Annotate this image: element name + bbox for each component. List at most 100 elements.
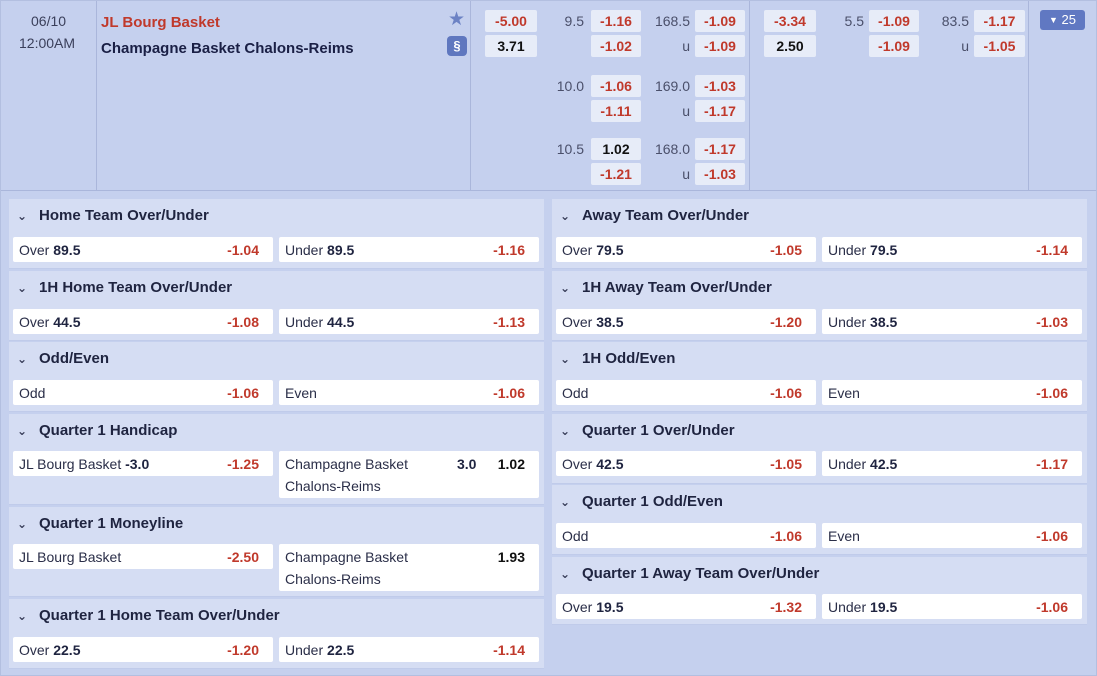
market-title[interactable]: ⌄ 1H Home Team Over/Under bbox=[17, 279, 232, 296]
bet-option[interactable]: Odd -1.06 bbox=[13, 380, 273, 405]
market-title[interactable]: ⌄ Home Team Over/Under bbox=[17, 207, 209, 224]
market-title[interactable]: ⌄ Quarter 1 Over/Under bbox=[560, 422, 735, 439]
bet-option[interactable]: Over 19.5 -1.32 bbox=[556, 594, 816, 619]
chevron-down-icon: ⌄ bbox=[560, 424, 571, 438]
h1-away-odds[interactable]: 2.50 bbox=[764, 35, 816, 57]
h1-hdp-away-odds[interactable]: -1.09 bbox=[869, 35, 919, 57]
ft-away-odds[interactable]: 3.71 bbox=[485, 35, 537, 57]
hdp-home-odds[interactable]: -1.06 bbox=[591, 75, 641, 97]
away-team-name[interactable]: Champagne Basket Chalons-Reims bbox=[101, 40, 354, 57]
market-title[interactable]: ⌄ Quarter 1 Odd/Even bbox=[560, 493, 723, 510]
bet-option[interactable]: Even -1.06 bbox=[822, 523, 1082, 548]
option-odds: -1.06 bbox=[770, 385, 802, 401]
bet-option[interactable]: JL Bourg Basket -2.50 bbox=[13, 544, 273, 569]
bet-option[interactable]: Under 19.5 -1.06 bbox=[822, 594, 1082, 619]
option-odds: -1.06 bbox=[1036, 385, 1068, 401]
ft-home-odds[interactable]: -5.00 bbox=[485, 10, 537, 32]
h1-hdp-home-odds[interactable]: -1.09 bbox=[869, 10, 919, 32]
option-line: 38.5 bbox=[596, 314, 624, 330]
bet-option[interactable]: Under 22.5 -1.14 bbox=[279, 637, 539, 662]
option-odds: -1.20 bbox=[770, 314, 802, 330]
option-label: Even bbox=[285, 385, 317, 401]
option-label-text: Under bbox=[828, 456, 867, 472]
bet-option[interactable]: Under 42.5 -1.17 bbox=[822, 451, 1082, 476]
bet-option[interactable]: Under 38.5 -1.03 bbox=[822, 309, 1082, 334]
option-line: -3.0 bbox=[125, 456, 150, 472]
option-label-text: Even bbox=[828, 528, 860, 544]
market-panel: ⌄ 1H Away Team Over/Under Over 38.5 -1.20… bbox=[552, 271, 1087, 341]
option-odds: -1.32 bbox=[770, 599, 802, 615]
bet-option[interactable]: Over 22.5 -1.20 bbox=[13, 637, 273, 662]
over-odds[interactable]: -1.17 bbox=[695, 138, 745, 160]
option-label: Under 22.5 bbox=[285, 642, 354, 658]
bet-option[interactable]: Odd -1.06 bbox=[556, 380, 816, 405]
market-title-text: Quarter 1 Moneyline bbox=[39, 515, 184, 532]
chevron-down-icon: ⌄ bbox=[560, 567, 571, 581]
bet-option[interactable]: Over 44.5 -1.08 bbox=[13, 309, 273, 334]
hdp-home-odds[interactable]: -1.16 bbox=[591, 10, 641, 32]
match-row: 06/10 12:00AM JL Bourg Basket Champagne … bbox=[1, 1, 1096, 191]
market-title[interactable]: ⌄ 1H Away Team Over/Under bbox=[560, 279, 772, 296]
bet-option[interactable]: Under 79.5 -1.14 bbox=[822, 237, 1082, 262]
bet-option[interactable]: Even -1.06 bbox=[279, 380, 539, 405]
market-title-text: 1H Home Team Over/Under bbox=[39, 279, 233, 296]
market-title[interactable]: ⌄ Quarter 1 Away Team Over/Under bbox=[560, 565, 819, 582]
bet-option[interactable]: Even -1.06 bbox=[822, 380, 1082, 405]
option-line: 89.5 bbox=[53, 242, 81, 258]
h1-over-odds[interactable]: -1.17 bbox=[974, 10, 1025, 32]
option-label: Odd bbox=[562, 385, 588, 401]
over-odds[interactable]: -1.03 bbox=[695, 75, 745, 97]
market-title[interactable]: ⌄ Away Team Over/Under bbox=[560, 207, 749, 224]
option-odds: -1.08 bbox=[227, 314, 259, 330]
odds-page: 06/10 12:00AM JL Bourg Basket Champagne … bbox=[0, 0, 1097, 676]
market-title[interactable]: ⌄ Quarter 1 Handicap bbox=[17, 422, 177, 439]
market-panel: ⌄ Away Team Over/Under Over 79.5 -1.05 Un… bbox=[552, 199, 1087, 269]
bet-option[interactable]: Over 89.5 -1.04 bbox=[13, 237, 273, 262]
bet-option[interactable]: Under 44.5 -1.13 bbox=[279, 309, 539, 334]
option-label-text: Over bbox=[19, 242, 50, 258]
star-icon[interactable]: ★ bbox=[448, 10, 465, 30]
market-title[interactable]: ⌄ Odd/Even bbox=[17, 350, 109, 367]
bet-option[interactable]: Under 89.5 -1.16 bbox=[279, 237, 539, 262]
home-team-name[interactable]: JL Bourg Basket bbox=[101, 14, 220, 31]
total-line: 168.0 bbox=[654, 141, 690, 157]
more-markets-button[interactable]: ▼ 25 bbox=[1040, 10, 1085, 30]
hdp-away-odds[interactable]: -1.21 bbox=[591, 163, 641, 185]
hdp-away-odds[interactable]: -1.02 bbox=[591, 35, 641, 57]
bet-option[interactable]: JL Bourg Basket -3.0 -1.25 bbox=[13, 451, 273, 476]
under-odds[interactable]: -1.09 bbox=[695, 35, 745, 57]
option-label-text: Under bbox=[828, 599, 867, 615]
bet-option[interactable]: Odd -1.06 bbox=[556, 523, 816, 548]
bet-option[interactable]: Champagne Basket Chalons-Reims 3.0 1.02 bbox=[279, 451, 539, 498]
bet-option[interactable]: Champagne Basket Chalons-Reims 1.93 bbox=[279, 544, 539, 591]
option-label-text: Odd bbox=[562, 528, 589, 544]
total-line: 168.5 bbox=[654, 13, 690, 29]
option-label-text: JL Bourg Basket bbox=[19, 549, 122, 565]
h1-under-odds[interactable]: -1.05 bbox=[974, 35, 1025, 57]
under-label: u bbox=[682, 166, 690, 182]
bet-option[interactable]: Over 42.5 -1.05 bbox=[556, 451, 816, 476]
option-label-text: Champagne Basket Chalons-Reims bbox=[285, 549, 408, 587]
stats-icon[interactable]: § bbox=[447, 36, 467, 56]
market-panel: ⌄ Quarter 1 Odd/Even Odd -1.06 Even -1.06 bbox=[552, 485, 1087, 555]
market-title-text: Quarter 1 Home Team Over/Under bbox=[39, 607, 280, 624]
market-title[interactable]: ⌄ Quarter 1 Home Team Over/Under bbox=[17, 607, 280, 624]
market-title-text: 1H Away Team Over/Under bbox=[582, 279, 772, 296]
option-label-text: Under bbox=[828, 314, 867, 330]
bet-option[interactable]: Over 38.5 -1.20 bbox=[556, 309, 816, 334]
market-title[interactable]: ⌄ Quarter 1 Moneyline bbox=[17, 515, 183, 532]
option-label: Even bbox=[828, 528, 860, 544]
over-odds[interactable]: -1.09 bbox=[695, 10, 745, 32]
h1-home-odds[interactable]: -3.34 bbox=[764, 10, 816, 32]
bet-option[interactable]: Over 79.5 -1.05 bbox=[556, 237, 816, 262]
option-line: 44.5 bbox=[327, 314, 355, 330]
option-label-text: Over bbox=[562, 242, 593, 258]
divider bbox=[470, 1, 471, 191]
under-odds[interactable]: -1.17 bbox=[695, 100, 745, 122]
option-label: Under 79.5 bbox=[828, 242, 897, 258]
hdp-home-odds[interactable]: 1.02 bbox=[591, 138, 641, 160]
under-odds[interactable]: -1.03 bbox=[695, 163, 745, 185]
market-title-text: Quarter 1 Away Team Over/Under bbox=[582, 565, 820, 582]
hdp-away-odds[interactable]: -1.11 bbox=[591, 100, 641, 122]
market-title[interactable]: ⌄ 1H Odd/Even bbox=[560, 350, 675, 367]
